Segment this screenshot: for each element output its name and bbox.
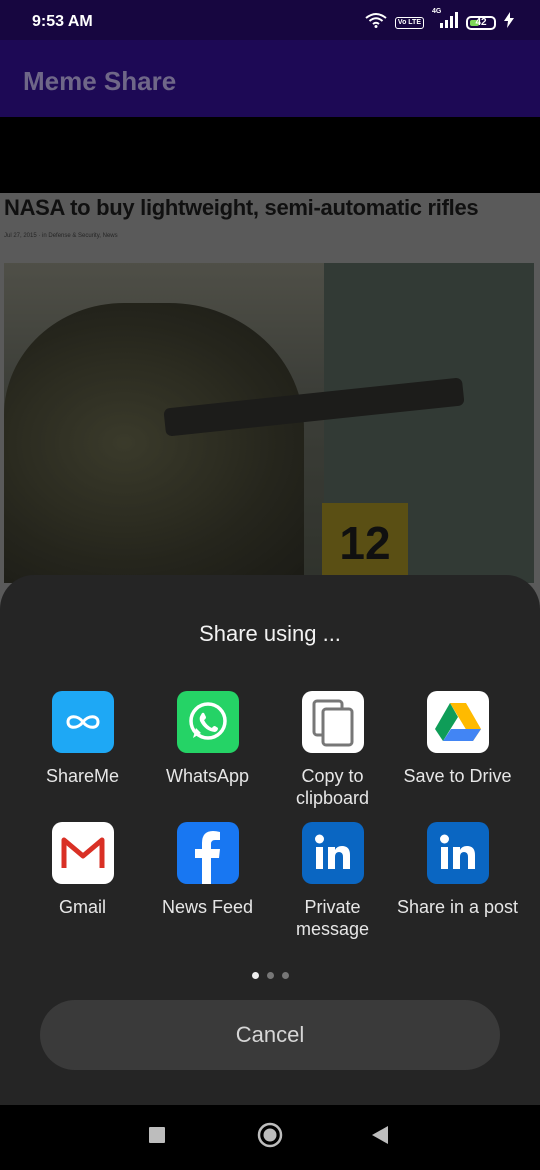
cancel-button[interactable]: Cancel [40, 1000, 500, 1070]
share-app-label: Gmail [58, 897, 106, 917]
share-app-whatsapp[interactable]: WhatsApp [145, 691, 270, 787]
share-app-label: WhatsApp [165, 766, 250, 786]
share-sheet-title: Share using ... [199, 621, 341, 646]
battery-percent: 42 [475, 16, 487, 28]
whatsapp-icon [176, 691, 239, 753]
page-dot[interactable] [266, 972, 274, 979]
page-dot[interactable] [281, 972, 289, 979]
share-app-label: Share in a post [396, 897, 519, 917]
copy-icon [301, 691, 364, 753]
app-title: Meme Share [23, 66, 177, 96]
share-app-label: Private message [295, 897, 370, 939]
page-indicator [0, 966, 540, 984]
share-app-news-feed[interactable]: News Feed [145, 822, 270, 918]
share-app-copy[interactable]: Copy to clipboard [270, 691, 395, 809]
linkedin-icon [426, 822, 489, 884]
volte-icon: Vo LTE [394, 16, 424, 29]
wifi-icon [365, 12, 387, 33]
status-bar: 9:53 AM Vo LTE 4G 42 [0, 0, 540, 40]
recents-button[interactable] [127, 1105, 187, 1170]
back-button[interactable] [350, 1105, 410, 1170]
share-sheet: Share using ... ShareMe WhatsApp Copy to… [0, 575, 540, 1105]
shareme-icon [51, 691, 114, 753]
facebook-icon [176, 822, 239, 884]
share-app-label: Save to Drive [403, 766, 512, 786]
share-app-share-in-post[interactable]: Share in a post [395, 822, 520, 918]
home-icon [257, 1122, 283, 1153]
status-icons: Vo LTE 4G 42 [365, 8, 514, 33]
share-app-drive[interactable]: Save to Drive [395, 691, 520, 787]
network-type: 4G [432, 8, 442, 15]
gmail-icon [51, 822, 114, 884]
google-drive-icon [426, 691, 489, 753]
share-app-label: News Feed [161, 897, 254, 917]
back-icon [371, 1126, 389, 1149]
share-app-shareme[interactable]: ShareMe [20, 691, 145, 787]
status-time: 9:53 AM [32, 13, 93, 30]
page-dot[interactable] [251, 972, 259, 979]
navigation-bar [0, 1105, 540, 1170]
recents-icon [149, 1127, 165, 1148]
battery-icon: 42 [466, 15, 496, 30]
linkedin-icon [301, 822, 364, 884]
share-app-gmail[interactable]: Gmail [20, 822, 145, 918]
charging-icon [504, 12, 514, 33]
home-button[interactable] [240, 1105, 300, 1170]
share-app-label: Copy to clipboard [295, 766, 370, 808]
share-app-label: ShareMe [45, 766, 120, 786]
signal-icon: 4G [432, 8, 458, 33]
app-bar: Meme Share [0, 40, 540, 117]
share-app-private-message[interactable]: Private message [270, 822, 395, 940]
